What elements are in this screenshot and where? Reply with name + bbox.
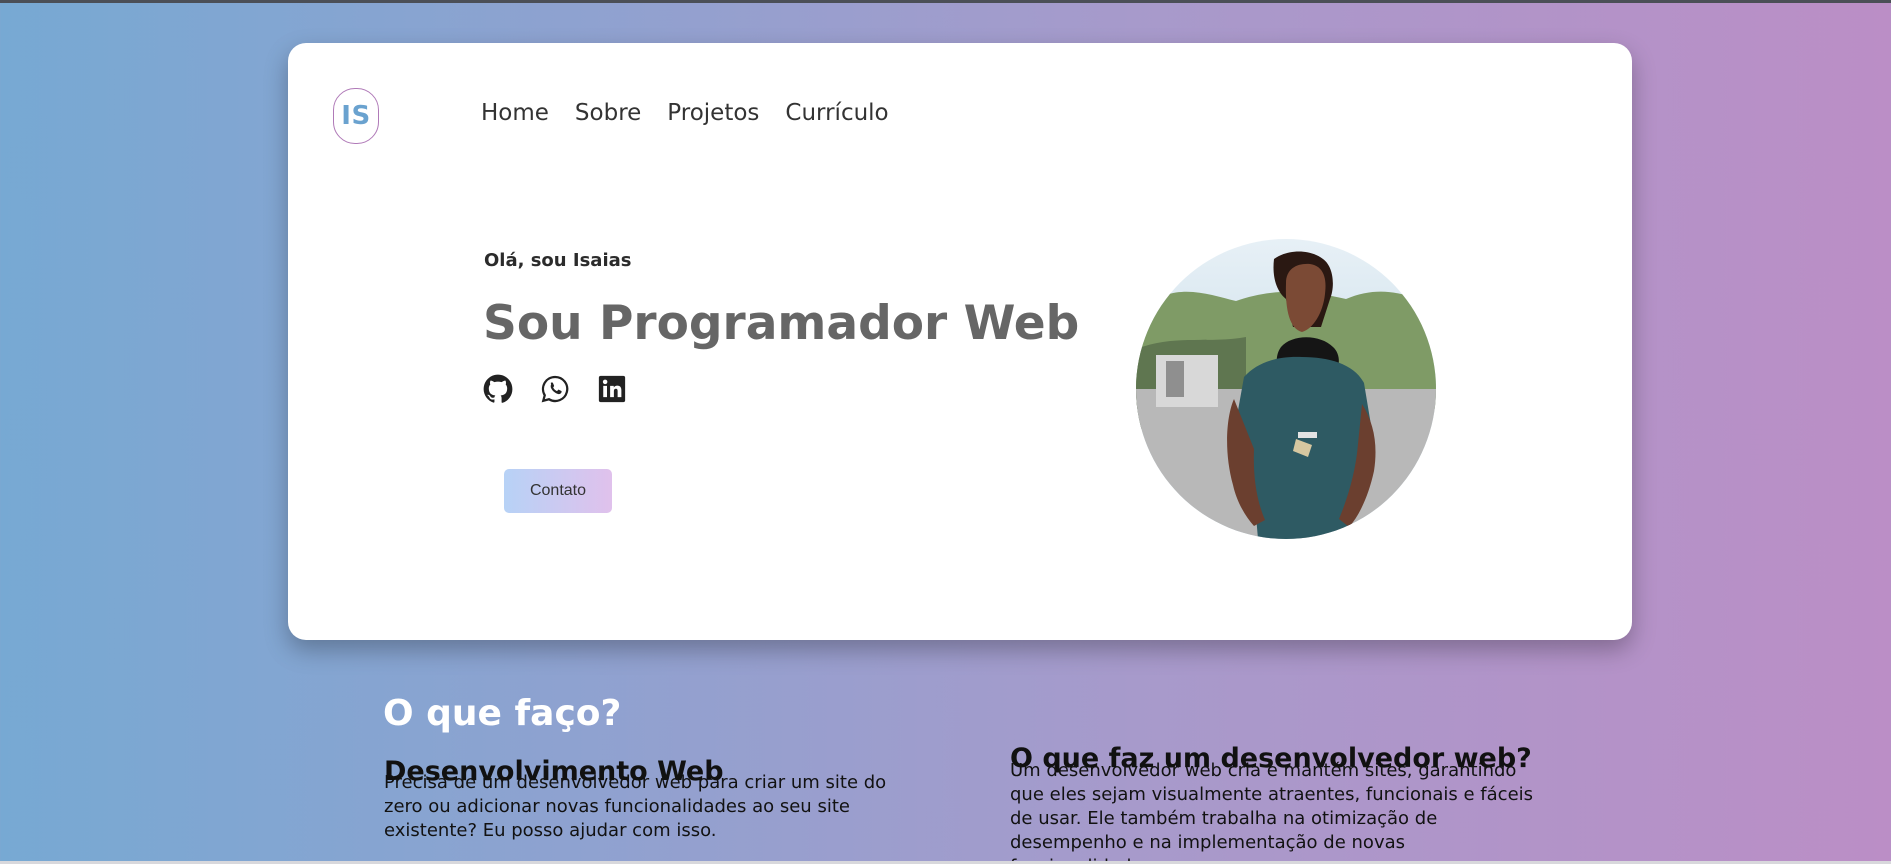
profile-photo — [1136, 239, 1436, 539]
nav-item-sobre[interactable]: Sobre — [575, 100, 641, 126]
nav-item-curriculo[interactable]: Currículo — [785, 100, 888, 126]
service-card-text-2: Um desenvolvedor web cria e mantém sites… — [1010, 760, 1534, 864]
top-border — [0, 0, 1891, 3]
logo-text: IS — [341, 101, 371, 131]
services-title: O que faço? — [383, 692, 622, 734]
hero-greeting: Olá, sou Isaias — [484, 250, 632, 271]
logo[interactable]: IS — [333, 88, 379, 144]
linkedin-icon[interactable] — [597, 374, 627, 404]
contact-button[interactable]: Contato — [504, 469, 612, 513]
main-nav: Home Sobre Projetos Currículo — [481, 100, 889, 126]
social-links — [483, 374, 627, 404]
nav-item-home[interactable]: Home — [481, 100, 549, 126]
whatsapp-icon[interactable] — [540, 374, 570, 404]
nav-item-projetos[interactable]: Projetos — [667, 100, 759, 126]
hero-headline: Sou Programador Web — [483, 296, 1080, 351]
github-icon[interactable] — [483, 374, 513, 404]
service-card-text-1: Precisa de um desenvolvedor web para cri… — [384, 772, 887, 841]
